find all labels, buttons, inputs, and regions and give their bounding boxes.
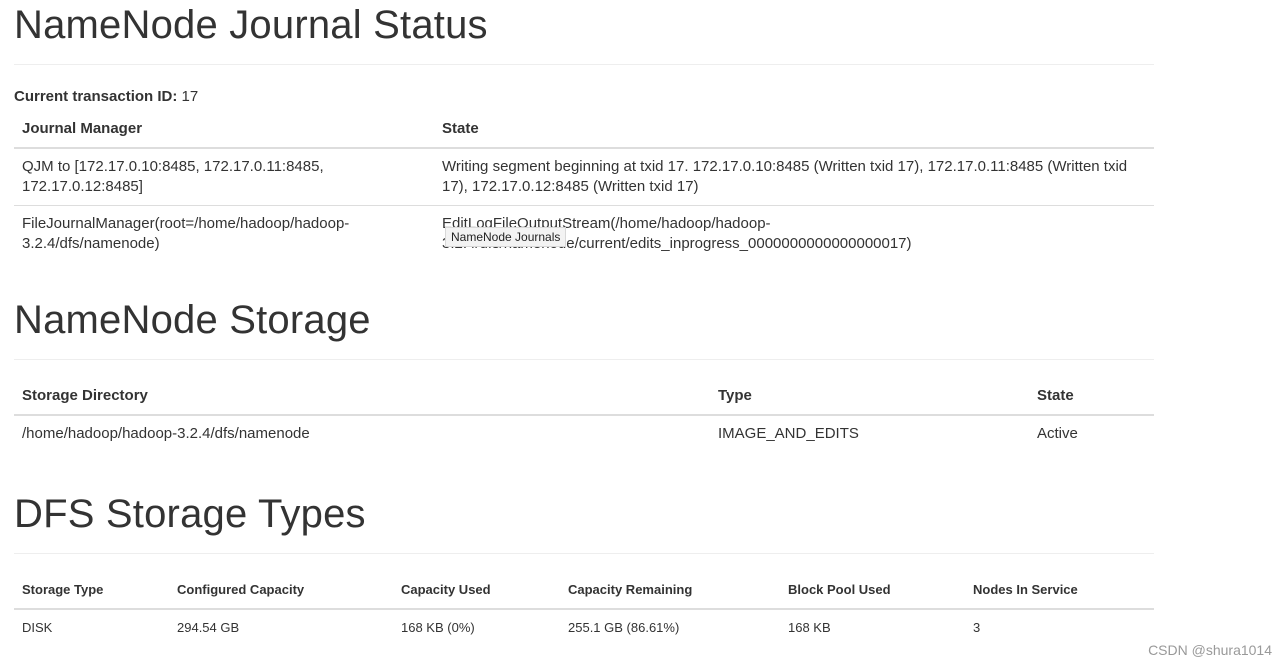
types-col-capacity-remaining: Capacity Remaining xyxy=(560,572,780,610)
journal-manager-cell: FileJournalManager(root=/home/hadoop/had… xyxy=(14,205,434,262)
types-col-storage-type: Storage Type xyxy=(14,572,169,610)
journal-section-header: NameNode Journal Status xyxy=(14,0,1154,65)
storage-title: NameNode Storage xyxy=(14,298,371,342)
current-txid-value: 17 xyxy=(181,88,199,105)
types-configured-capacity-cell: 294.54 GB xyxy=(177,620,240,635)
storage-table: Storage Directory Type State /home/hadoo… xyxy=(14,378,1154,452)
content: NameNode Journal Status Current transact… xyxy=(14,0,1154,646)
storage-section-header: NameNode Storage xyxy=(14,296,1154,360)
current-txid-label: Current transaction ID: xyxy=(14,88,178,105)
storage-table-header-row: Storage Directory Type State xyxy=(14,378,1154,416)
storage-col-directory: Storage Directory xyxy=(14,378,710,416)
types-col-nodes-in-service: Nodes In Service xyxy=(965,572,1154,610)
current-txid-line: Current transaction ID: 17 xyxy=(14,86,1154,108)
types-capacity-used-cell: 168 KB (0%) xyxy=(401,620,475,635)
table-row: /home/hadoop/hadoop-3.2.4/dfs/namenode I… xyxy=(14,415,1154,452)
storage-types-section-header: DFS Storage Types xyxy=(14,490,1154,554)
page: NameNode Journal Status Current transact… xyxy=(0,0,1286,666)
table-row: QJM to [172.17.0.10:8485, 172.17.0.11:84… xyxy=(14,148,1154,206)
table-row: FileJournalManager(root=/home/hadoop/had… xyxy=(14,205,1154,262)
storage-types-title: DFS Storage Types xyxy=(14,492,366,536)
storage-col-state: State xyxy=(1029,378,1154,416)
storage-types-header-row: Storage Type Configured Capacity Capacit… xyxy=(14,572,1154,610)
journal-manager-cell: QJM to [172.17.0.10:8485, 172.17.0.11:84… xyxy=(22,158,324,195)
storage-col-type: Type xyxy=(710,378,1029,416)
types-col-block-pool-used: Block Pool Used xyxy=(780,572,965,610)
types-col-configured-capacity: Configured Capacity xyxy=(169,572,393,610)
journal-title: NameNode Journal Status xyxy=(14,3,488,47)
types-storage-type-cell: DISK xyxy=(22,620,53,635)
storage-type-cell: IMAGE_AND_EDITS xyxy=(718,425,859,442)
types-capacity-remaining-cell: 255.1 GB (86.61%) xyxy=(568,620,680,635)
types-col-capacity-used: Capacity Used xyxy=(393,572,560,610)
types-nodes-in-service-cell: 3 xyxy=(973,620,981,635)
journal-col-manager: Journal Manager xyxy=(14,111,434,149)
journal-table-header-row: Journal Manager State xyxy=(14,111,1154,149)
storage-types-table: Storage Type Configured Capacity Capacit… xyxy=(14,572,1154,646)
types-block-pool-used-cell: 168 KB xyxy=(788,620,831,635)
journal-table: Journal Manager State QJM to [172.17.0.1… xyxy=(14,111,1154,262)
storage-state-cell: Active xyxy=(1037,425,1078,442)
journal-state-cell: Writing segment beginning at txid 17. 17… xyxy=(442,158,1128,195)
journals-tooltip: NameNode Journals xyxy=(445,227,567,247)
journal-col-state: State xyxy=(434,111,1154,149)
table-row: DISK 294.54 GB 168 KB (0%) 255.1 GB (86.… xyxy=(14,609,1154,646)
storage-directory-cell: /home/hadoop/hadoop-3.2.4/dfs/namenode xyxy=(22,425,310,442)
watermark: CSDN @shura1014 xyxy=(1148,642,1272,658)
